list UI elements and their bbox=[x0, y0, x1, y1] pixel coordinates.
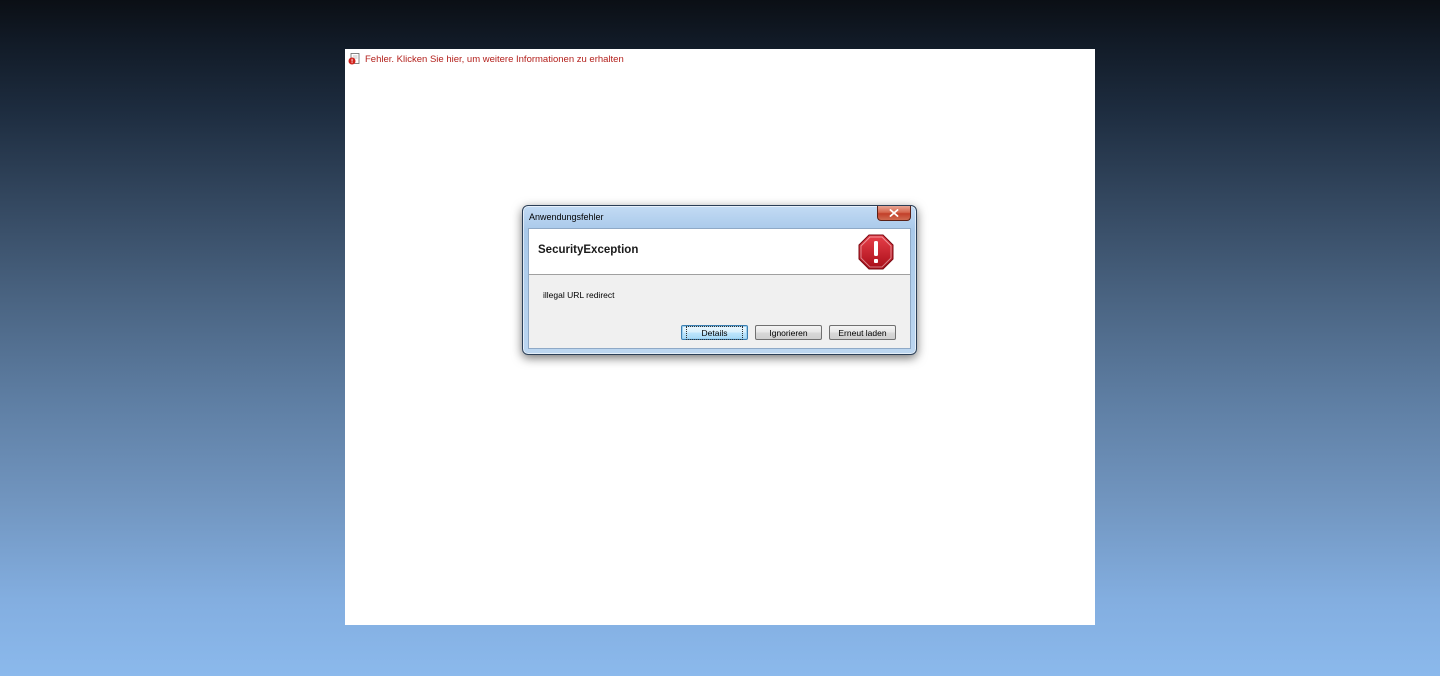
exception-title: SecurityException bbox=[538, 244, 639, 256]
application-error-dialog: Anwendungsfehler SecurityException illeg… bbox=[522, 205, 917, 355]
ignore-button-label: Ignorieren bbox=[769, 327, 808, 338]
dialog-title: Anwendungsfehler bbox=[529, 212, 604, 222]
dialog-header: SecurityException bbox=[529, 229, 910, 275]
error-document-icon bbox=[348, 53, 360, 65]
ignore-button[interactable]: Ignorieren bbox=[755, 325, 822, 340]
details-button[interactable]: Details bbox=[681, 325, 748, 340]
reload-button[interactable]: Erneut laden bbox=[829, 325, 896, 340]
reload-button-label: Erneut laden bbox=[838, 327, 887, 338]
dialog-body: SecurityException illegal URL redirect D… bbox=[528, 228, 911, 349]
error-info-text: Fehler. Klicken Sie hier, um weitere Inf… bbox=[365, 53, 624, 65]
details-button-label: Details bbox=[685, 325, 744, 340]
stop-error-icon bbox=[858, 234, 894, 270]
dialog-titlebar[interactable]: Anwendungsfehler bbox=[523, 206, 916, 228]
error-info-link[interactable]: Fehler. Klicken Sie hier, um weitere Inf… bbox=[348, 53, 624, 65]
close-icon bbox=[889, 209, 899, 217]
close-button[interactable] bbox=[877, 206, 911, 221]
error-message: illegal URL redirect bbox=[543, 290, 615, 300]
